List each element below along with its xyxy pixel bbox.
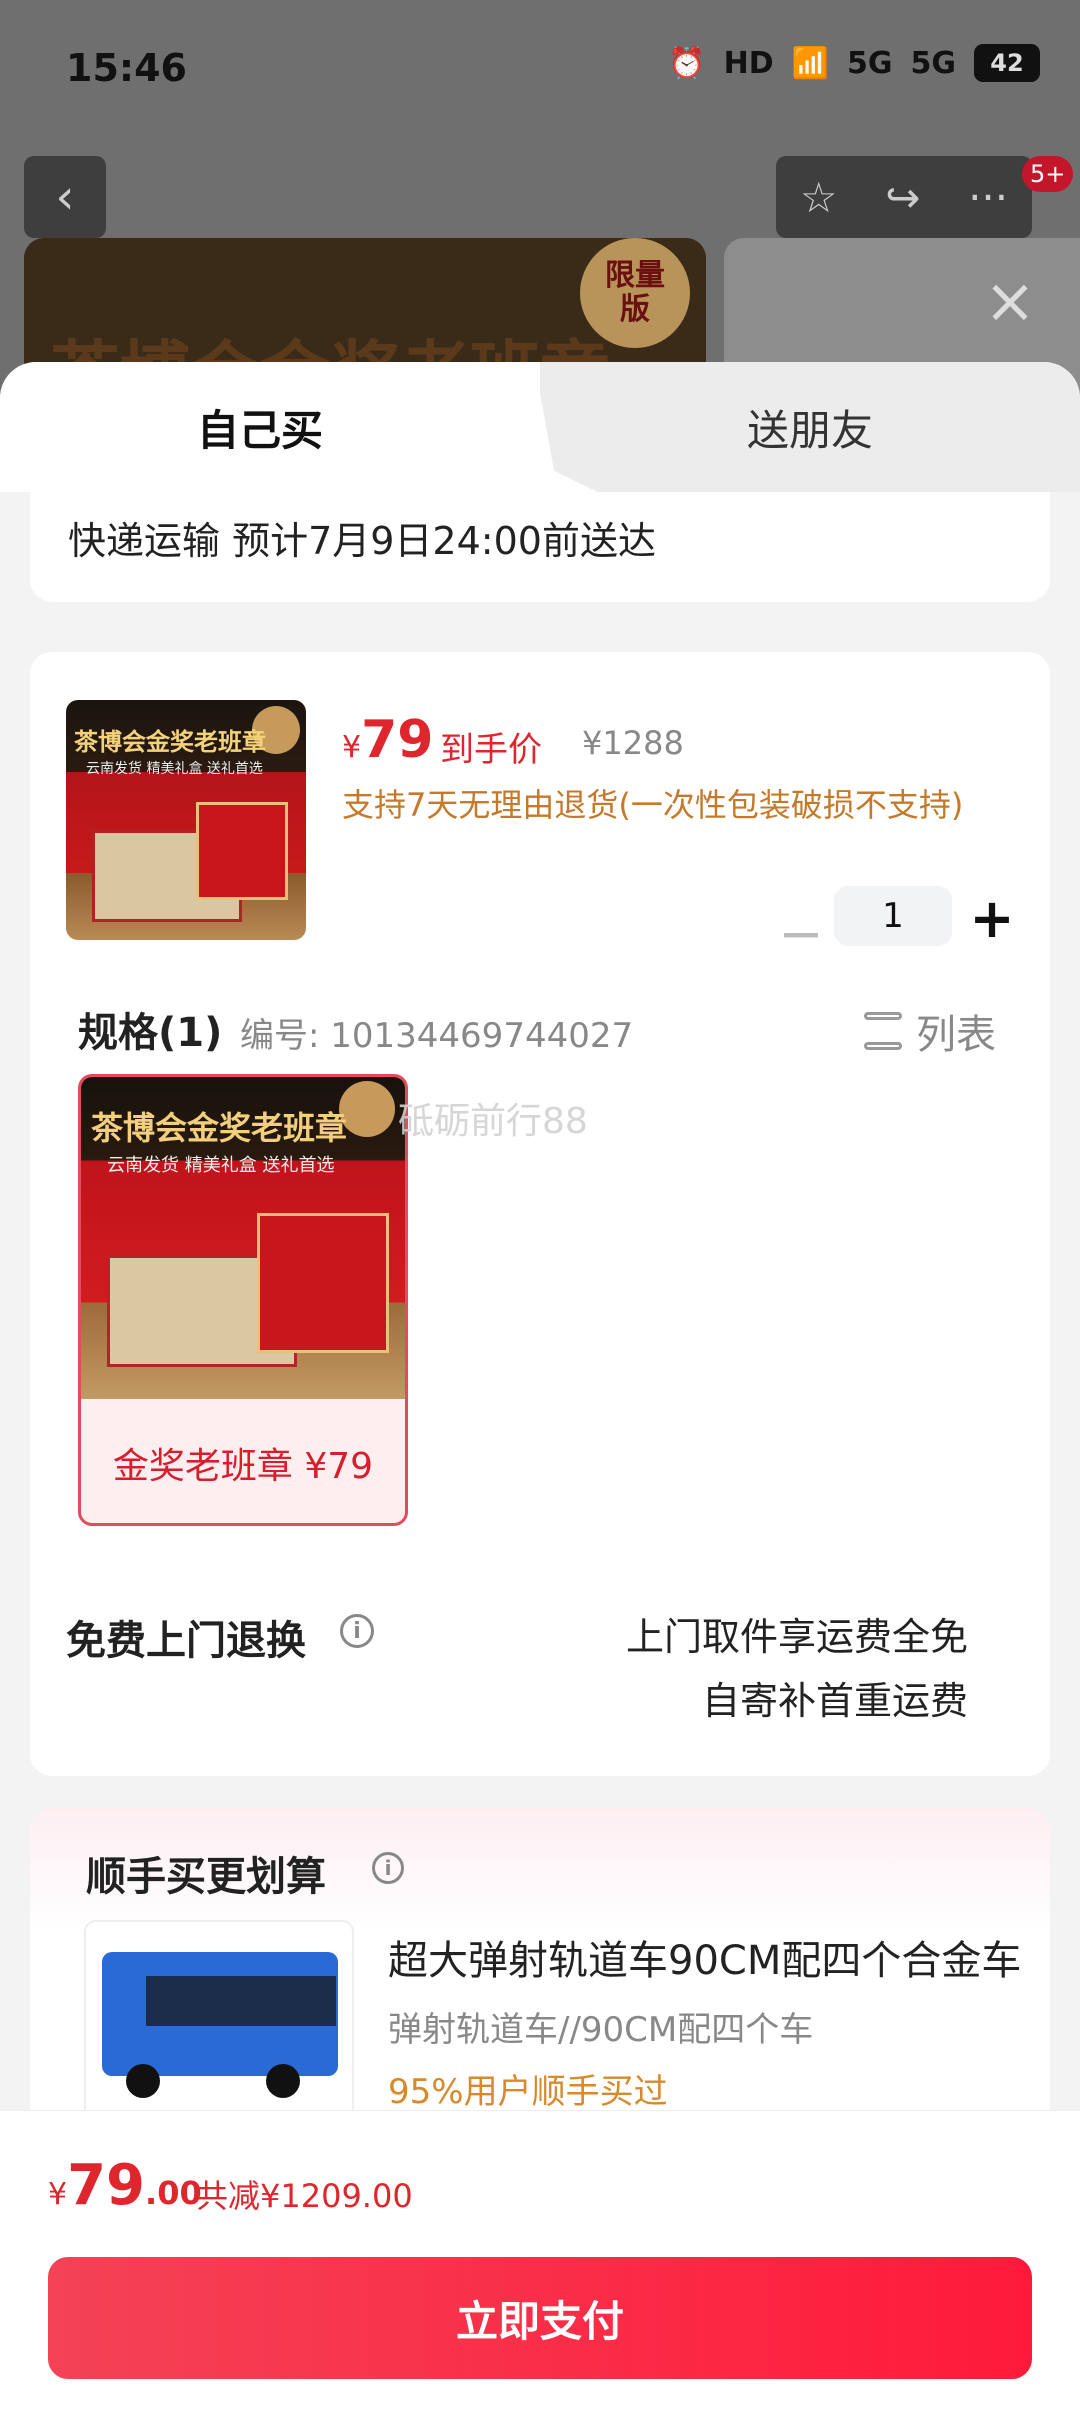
original-price: ¥1288	[582, 724, 684, 762]
return-policy: 支持7天无理由退货(一次性包装破损不支持)	[342, 786, 964, 824]
spec-box-2	[257, 1213, 389, 1353]
product-thumbnail[interactable]: 茶博会金奖老班章 云南发货 精美礼盒 送礼首选	[66, 700, 306, 940]
total-reduction: 共减¥1209.00	[196, 2177, 413, 2215]
signal-5g-icon-2: 5G	[910, 45, 957, 81]
purchase-sheet: 送朋友 自己买 快递运输 预计7月9日24:00前送达 茶博会金奖老班章 云南发…	[0, 362, 1080, 2412]
tab-send-friend-label: 送朋友	[746, 405, 873, 455]
share-icon[interactable]: ↪	[885, 173, 920, 222]
wheel-icon	[126, 2064, 160, 2098]
battery-icon: 42	[974, 44, 1040, 82]
wifi-icon: 📶	[791, 45, 829, 81]
spec-label: 规格(1)	[78, 1010, 223, 1056]
hd-icon: HD	[723, 45, 774, 81]
status-time: 15:46	[66, 46, 187, 90]
decrease-quantity-button[interactable]: −	[776, 902, 826, 965]
total-int: 79	[67, 2153, 146, 2218]
tab-send-friend[interactable]: 送朋友	[540, 362, 1080, 492]
tab-buy-self-label: 自己买	[196, 405, 323, 455]
currency-symbol: ¥	[342, 730, 362, 765]
truck-detail	[146, 1976, 336, 2026]
pay-now-button[interactable]: 立即支付	[48, 2257, 1032, 2379]
checkout-bar: ¥79.00 共减¥1209.00 立即支付	[0, 2110, 1080, 2412]
tab-buy-self[interactable]: 自己买	[0, 362, 540, 492]
favorite-icon[interactable]: ☆	[800, 173, 838, 222]
back-button[interactable]: ‹	[24, 156, 106, 238]
total-dec: .00	[145, 2174, 202, 2212]
message-badge: 5+	[1022, 156, 1074, 192]
quantity-input[interactable]: 1	[834, 886, 952, 946]
spec-seal-icon	[339, 1081, 395, 1137]
upsell-item-note: 95%用户顺手买过	[388, 2072, 668, 2112]
upsell-title: 顺手买更划算	[86, 1854, 326, 1900]
spec-option-label: 金奖老班章 ¥79	[112, 1446, 374, 1487]
limited-seal: 限量版	[580, 238, 690, 348]
upsell-item-spec: 弹射轨道车//90CM配四个车	[388, 2010, 814, 2050]
price-value: 79	[361, 710, 434, 770]
more-icon[interactable]: ···	[968, 173, 1008, 222]
price-tag: 到手价	[440, 730, 542, 770]
shipping-card: 快递运输 预计7月9日24:00前送达	[30, 492, 1050, 602]
spec-option-card[interactable]: 茶博会金奖老班章 云南发货 精美礼盒 送礼首选 金奖老班章 ¥79	[78, 1074, 408, 1526]
free-return-title: 免费上门退换	[66, 1618, 306, 1664]
free-return-line1: 上门取件享运费全免	[625, 1615, 968, 1659]
spec-option-title: 茶博会金奖老班章	[91, 1109, 348, 1147]
total-currency: ¥	[48, 2177, 68, 2212]
final-price: ¥79	[342, 710, 433, 770]
watermark-text: 砥砺前行88	[398, 1101, 588, 1142]
thumb-subtitle: 云南发货 精美礼盒 送礼首选	[86, 761, 263, 777]
product-card: 茶博会金奖老班章 云南发货 精美礼盒 送礼首选 ¥79 到手价 ¥1288 支持…	[30, 652, 1050, 1776]
increase-quantity-button[interactable]: +	[964, 887, 1020, 950]
close-icon[interactable]: ×	[980, 264, 1040, 337]
upsell-item-name[interactable]: 超大弹射轨道车90CM配四个合金车	[388, 1928, 1028, 1986]
spec-number: 编号: 10134469744027	[240, 1016, 634, 1056]
spec-option-subtitle: 云南发货 精美礼盒 送礼首选	[107, 1155, 335, 1176]
info-icon[interactable]: i	[340, 1614, 374, 1648]
status-icons: ⏰ HD 📶 5G 5G 42	[668, 44, 1040, 82]
free-return-line2: 自寄补首重运费	[701, 1679, 968, 1723]
list-view-label: 列表	[916, 1012, 996, 1058]
upsell-info-icon[interactable]: i	[372, 1852, 404, 1884]
list-view-button[interactable]: 列表	[864, 1002, 996, 1060]
thumb-box-2	[196, 802, 288, 900]
wheel-icon-2	[266, 2064, 300, 2098]
total-price: ¥79.00	[48, 2153, 202, 2218]
signal-5g-icon: 5G	[847, 45, 893, 81]
list-icon	[864, 1012, 902, 1050]
thumb-title: 茶博会金奖老班章	[74, 727, 266, 756]
shipping-estimate: 快递运输 预计7月9日24:00前送达	[68, 519, 656, 563]
status-bar: 15:46 ⏰ HD 📶 5G 5G 42	[0, 0, 1080, 140]
upsell-thumbnail[interactable]	[84, 1920, 354, 2140]
top-actions: ☆ ↪ ···	[776, 156, 1032, 238]
alarm-icon: ⏰	[668, 45, 706, 81]
